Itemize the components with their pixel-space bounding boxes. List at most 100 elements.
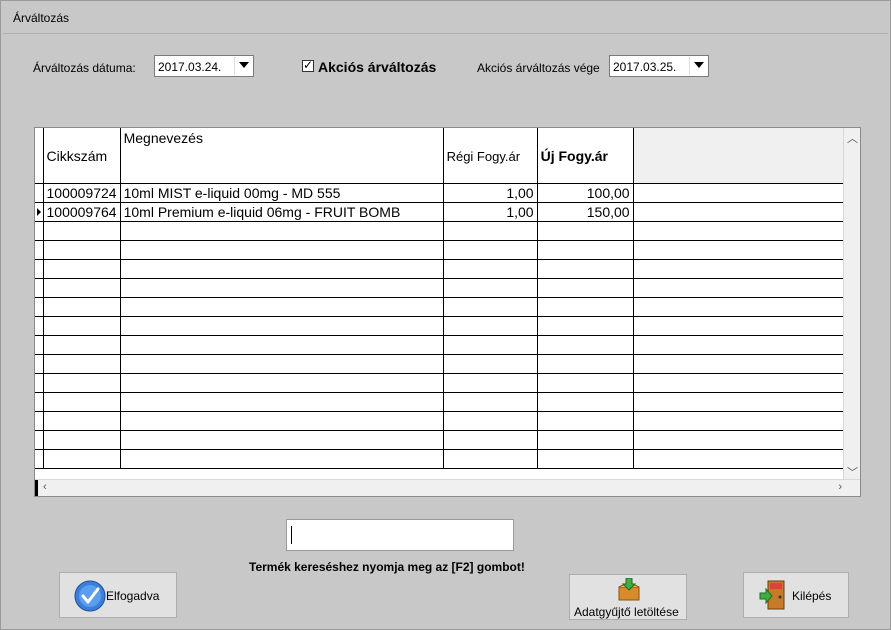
row-header — [35, 221, 44, 241]
empty-table-row[interactable] — [35, 335, 846, 355]
empty-table-row[interactable] — [35, 316, 846, 336]
cell-code[interactable] — [43, 449, 121, 469]
cell-name[interactable] — [120, 392, 444, 412]
cell-code[interactable] — [43, 373, 121, 393]
cell-old-price[interactable] — [443, 354, 538, 374]
accept-button-label: Elfogadva — [106, 589, 160, 603]
column-header-old-price[interactable]: Régi Fogy.ár — [443, 128, 538, 184]
product-search-input[interactable] — [286, 519, 514, 551]
cell-name[interactable] — [120, 430, 444, 450]
column-header-new-price[interactable]: Új Fogy.ár — [537, 128, 634, 184]
cell-name[interactable] — [120, 297, 444, 317]
cell-new-price[interactable] — [537, 430, 634, 450]
cell-old-price[interactable] — [443, 278, 538, 298]
scroll-up-icon[interactable]: ︿ — [847, 130, 858, 146]
promo-checkbox-label[interactable]: Akciós árváltozás — [318, 59, 436, 75]
cell-name[interactable] — [120, 411, 444, 431]
cell-name[interactable] — [120, 278, 444, 298]
download-collector-button[interactable]: Adatgyűjtő letöltése — [569, 574, 687, 620]
promo-end-dropdown-button[interactable] — [689, 57, 707, 75]
cell-new-price[interactable]: 100,00 — [537, 183, 634, 203]
cell-name[interactable] — [120, 373, 444, 393]
cell-new-price[interactable] — [537, 221, 634, 241]
cell-code[interactable] — [43, 297, 121, 317]
scroll-down-icon[interactable]: ﹀ — [847, 464, 858, 480]
cell-old-price[interactable] — [443, 411, 538, 431]
cell-new-price[interactable] — [537, 278, 634, 298]
cell-name[interactable] — [120, 316, 444, 336]
empty-table-row[interactable] — [35, 240, 846, 260]
cell-new-price[interactable]: 150,00 — [537, 202, 634, 222]
scroll-left-icon[interactable]: ‹ — [43, 481, 47, 493]
exit-button[interactable]: Kilépés — [743, 572, 849, 618]
cell-new-price[interactable] — [537, 354, 634, 374]
cell-code[interactable] — [43, 259, 121, 279]
cell-old-price[interactable] — [443, 335, 538, 355]
cell-new-price[interactable] — [537, 449, 634, 469]
cell-code[interactable] — [43, 240, 121, 260]
cell-new-price[interactable] — [537, 316, 634, 336]
cell-new-price[interactable] — [537, 373, 634, 393]
cell-code[interactable] — [43, 316, 121, 336]
cell-old-price[interactable] — [443, 449, 538, 469]
price-grid[interactable]: Cikkszám Megnevezés Régi Fogy.ár Új Fogy… — [34, 127, 861, 497]
cell-new-price[interactable] — [537, 411, 634, 431]
empty-table-row[interactable] — [35, 278, 846, 298]
cell-code[interactable] — [43, 354, 121, 374]
horizontal-scrollbar[interactable]: ‹ › — [35, 479, 860, 496]
promo-checkbox[interactable]: ✓ — [302, 58, 314, 72]
cell-old-price[interactable] — [443, 259, 538, 279]
cell-code[interactable] — [43, 278, 121, 298]
empty-table-row[interactable] — [35, 373, 846, 393]
price-change-window: Árváltozás Árváltozás dátuma: 2017.03.24… — [0, 0, 891, 630]
scroll-right-icon[interactable]: › — [838, 481, 842, 493]
cell-name[interactable] — [120, 221, 444, 241]
cell-code[interactable]: 100009764 — [43, 202, 121, 222]
cell-new-price[interactable] — [537, 297, 634, 317]
cell-code[interactable] — [43, 335, 121, 355]
column-header-name[interactable]: Megnevezés — [120, 128, 444, 184]
chevron-down-icon — [694, 62, 704, 68]
cell-old-price[interactable] — [443, 430, 538, 450]
cell-code[interactable] — [43, 221, 121, 241]
table-row[interactable]: 100009724 10ml MIST e-liquid 00mg - MD 55… — [35, 183, 846, 203]
accept-button[interactable]: Elfogadva — [59, 572, 177, 618]
cell-name[interactable] — [120, 449, 444, 469]
date-picker[interactable]: 2017.03.24. — [154, 55, 254, 77]
empty-table-row[interactable] — [35, 354, 846, 374]
cell-new-price[interactable] — [537, 392, 634, 412]
cell-name[interactable] — [120, 335, 444, 355]
cell-old-price[interactable] — [443, 221, 538, 241]
empty-table-row[interactable] — [35, 392, 846, 412]
empty-table-row[interactable] — [35, 297, 846, 317]
date-dropdown-button[interactable] — [234, 57, 252, 75]
vertical-scrollbar[interactable]: ︿ ﹀ — [843, 128, 860, 482]
cell-old-price[interactable] — [443, 392, 538, 412]
cell-old-price[interactable] — [443, 373, 538, 393]
promo-end-date-picker[interactable]: 2017.03.25. — [609, 55, 709, 77]
cell-code[interactable] — [43, 411, 121, 431]
table-row[interactable]: 100009764 10ml Premium e-liquid 06mg - FR… — [35, 202, 846, 222]
cell-old-price[interactable] — [443, 297, 538, 317]
empty-table-row[interactable] — [35, 259, 846, 279]
cell-new-price[interactable] — [537, 335, 634, 355]
empty-table-row[interactable] — [35, 221, 846, 241]
column-header-code[interactable]: Cikkszám — [43, 128, 121, 184]
cell-code[interactable]: 100009724 — [43, 183, 121, 203]
cell-name[interactable] — [120, 240, 444, 260]
cell-name[interactable] — [120, 354, 444, 374]
empty-table-row[interactable] — [35, 411, 846, 431]
cell-old-price[interactable]: 1,00 — [443, 183, 538, 203]
cell-old-price[interactable]: 1,00 — [443, 202, 538, 222]
cell-name[interactable]: 10ml Premium e-liquid 06mg - FRUIT BOMB — [120, 202, 444, 222]
empty-table-row[interactable] — [35, 430, 846, 450]
cell-new-price[interactable] — [537, 259, 634, 279]
cell-old-price[interactable] — [443, 240, 538, 260]
cell-new-price[interactable] — [537, 240, 634, 260]
cell-name[interactable]: 10ml MIST e-liquid 00mg - MD 555 — [120, 183, 444, 203]
empty-table-row[interactable] — [35, 449, 846, 469]
cell-old-price[interactable] — [443, 316, 538, 336]
cell-code[interactable] — [43, 430, 121, 450]
cell-name[interactable] — [120, 259, 444, 279]
cell-code[interactable] — [43, 392, 121, 412]
